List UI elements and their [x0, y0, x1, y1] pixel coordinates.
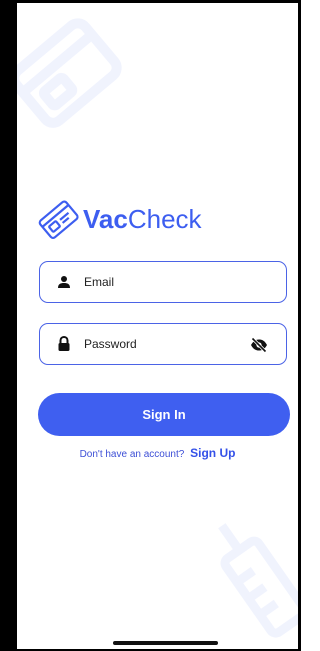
signup-prompt: Don't have an account? Sign Up [17, 446, 298, 460]
signup-prompt-text: Don't have an account? [79, 449, 185, 460]
email-field[interactable] [39, 261, 287, 303]
password-input[interactable] [84, 337, 234, 351]
frame-border-left [0, 0, 17, 651]
app-title-light: Check [127, 203, 202, 234]
password-field[interactable] [39, 323, 287, 365]
app-title: VacCheck [83, 204, 202, 235]
phone-screen: VacCheck Email Sign In Don't have an acc… [0, 0, 301, 651]
login-screen: VacCheck Email Sign In Don't have an acc… [17, 3, 298, 649]
vaccine-card-icon [38, 200, 79, 239]
home-indicator[interactable] [113, 641, 218, 645]
app-title-bold: Vac [83, 203, 128, 234]
lock-icon [56, 336, 72, 352]
background-card-icon [17, 18, 122, 128]
sign-up-link[interactable]: Sign Up [190, 446, 235, 460]
user-icon [56, 274, 72, 290]
sign-in-button[interactable]: Sign In [38, 393, 290, 436]
frame-border-right [298, 0, 301, 651]
app-logo: VacCheck [37, 198, 202, 240]
background-syringe-icon [218, 523, 298, 638]
eye-off-icon[interactable] [250, 337, 268, 353]
email-input[interactable] [84, 275, 234, 289]
